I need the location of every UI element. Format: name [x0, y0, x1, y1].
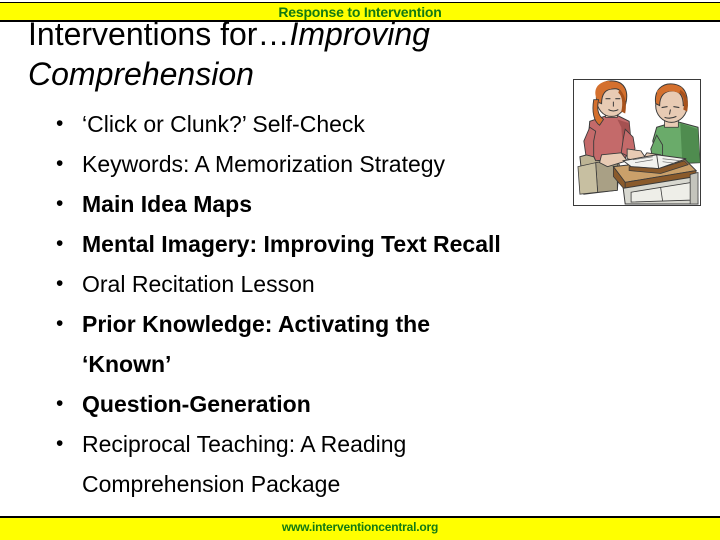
bullet-marker-icon: •: [56, 392, 64, 415]
list-item-label: Reciprocal Teaching: A Reading Comprehen…: [82, 431, 407, 497]
page-title: Interventions for…Improving Comprehensio…: [28, 14, 588, 94]
bullet-marker-icon: •: [56, 272, 64, 295]
bullet-marker-icon: •: [56, 232, 64, 255]
list-item[interactable]: • Keywords: A Memorization Strategy: [56, 144, 656, 184]
bullet-marker-icon: •: [56, 432, 64, 455]
bullet-marker-icon: •: [56, 192, 64, 215]
list-item-label: Main Idea Maps: [82, 191, 252, 217]
header-banner: Response to Intervention: [0, 2, 720, 22]
bullet-marker-icon: •: [56, 152, 64, 175]
list-item[interactable]: • Reciprocal Teaching: A Reading Compreh…: [56, 424, 656, 504]
list-item-label: ‘Click or Clunk?’ Self-Check: [82, 111, 365, 137]
list-item[interactable]: • Question-Generation: [56, 384, 656, 424]
list-item-label: Keywords: A Memorization Strategy: [82, 151, 446, 177]
classroom-clipart-image: [573, 79, 701, 206]
list-item[interactable]: • Main Idea Maps: [56, 184, 656, 224]
list-item-label: Mental Imagery: Improving Text Recall: [82, 231, 501, 257]
list-item[interactable]: • Prior Knowledge: Activating the ‘Known…: [56, 304, 656, 384]
list-item-label: Oral Recitation Lesson: [82, 271, 315, 297]
page-title-line-2: Comprehension: [28, 56, 254, 92]
footer-banner: www.interventioncentral.org: [0, 516, 720, 540]
footer-banner-url: www.interventioncentral.org: [281, 520, 439, 534]
list-item-label: Prior Knowledge: Activating the ‘Known’: [82, 311, 431, 377]
list-item[interactable]: • ‘Click or Clunk?’ Self-Check: [56, 104, 656, 144]
clipart-illustration: [574, 80, 700, 205]
header-banner-title: Response to Intervention: [278, 3, 442, 20]
slide-canvas: Response to Intervention Interventions f…: [0, 0, 720, 540]
bullet-marker-icon: •: [56, 112, 64, 135]
list-item-label: Question-Generation: [82, 391, 311, 417]
list-item[interactable]: • Mental Imagery: Improving Text Recall: [56, 224, 656, 264]
list-item[interactable]: • Oral Recitation Lesson: [56, 264, 656, 304]
bullet-marker-icon: •: [56, 312, 64, 335]
intervention-list: • ‘Click or Clunk?’ Self-Check • Keyword…: [56, 104, 656, 540]
